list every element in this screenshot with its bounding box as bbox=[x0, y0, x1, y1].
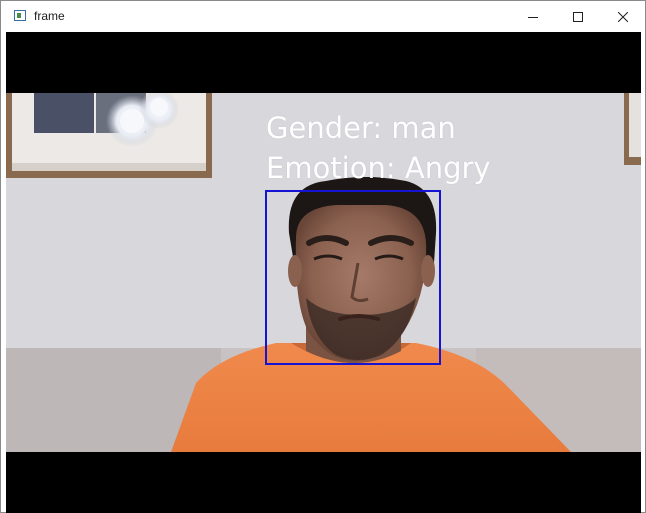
window-title: frame bbox=[34, 9, 65, 23]
app-window-icon bbox=[14, 10, 26, 21]
close-icon bbox=[617, 11, 628, 22]
emotion-label: Emotion: Angry bbox=[266, 151, 491, 185]
maximize-icon bbox=[572, 11, 583, 22]
minimize-icon bbox=[527, 16, 538, 18]
face-detection-box bbox=[265, 190, 441, 365]
app-window: frame Gender: man Emotion: Angry bbox=[0, 0, 646, 513]
gender-label: Gender: man bbox=[266, 111, 456, 145]
camera-frame: Gender: man Emotion: Angry bbox=[6, 93, 641, 452]
video-canvas: Gender: man Emotion: Angry bbox=[6, 32, 641, 513]
close-button[interactable] bbox=[600, 1, 645, 32]
title-bar[interactable]: frame bbox=[1, 1, 645, 32]
minimize-button[interactable] bbox=[510, 1, 555, 32]
maximize-button[interactable] bbox=[555, 1, 600, 32]
